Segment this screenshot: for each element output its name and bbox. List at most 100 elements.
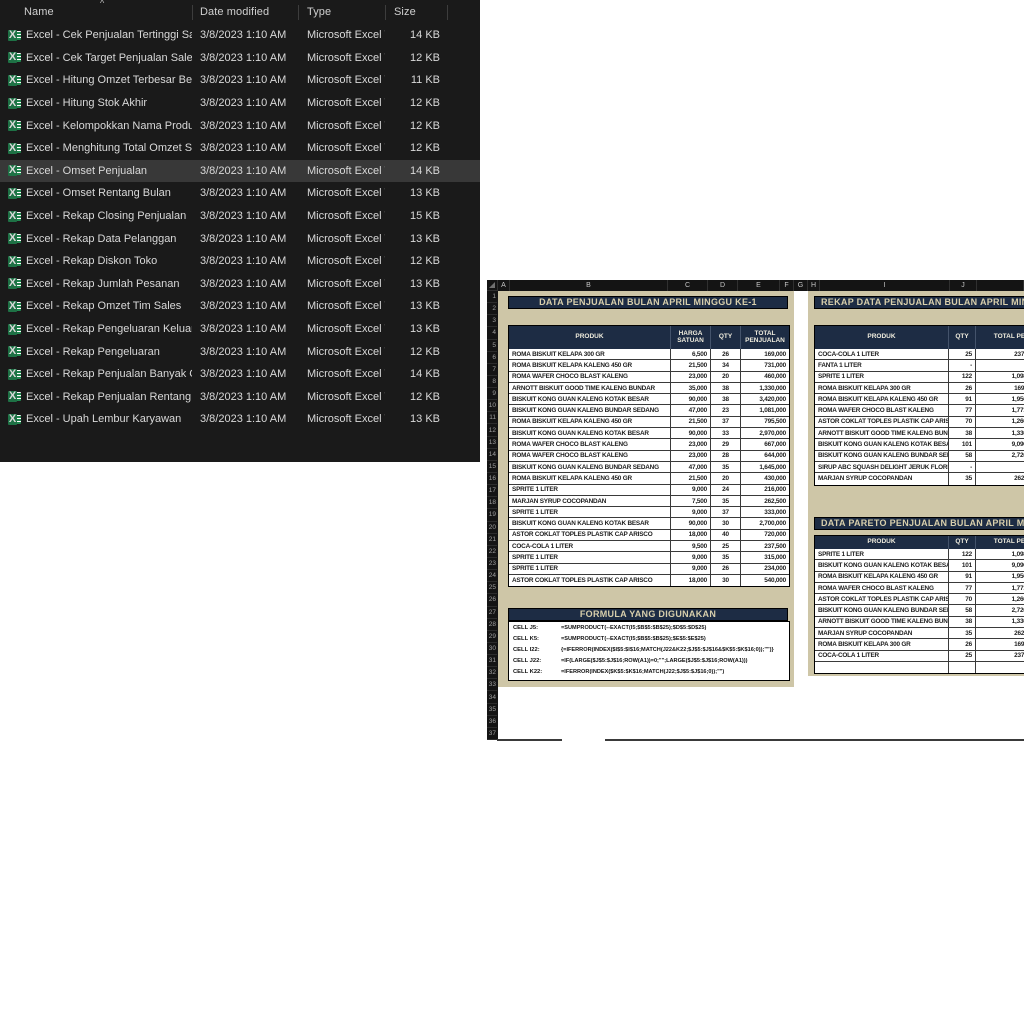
- column-header-I[interactable]: I: [820, 280, 950, 291]
- table-cell[interactable]: 540,000: [741, 575, 789, 586]
- table-cell[interactable]: 101: [949, 439, 976, 451]
- file-row[interactable]: X Excel - Hitung Stok Akhir 3/8/2023 1:10 …: [0, 92, 480, 115]
- table-cell[interactable]: 33: [711, 428, 741, 440]
- file-row[interactable]: X Excel - Rekap Omzet Tim Sales 3/8/2023 1…: [0, 295, 480, 318]
- table-cell[interactable]: [976, 360, 1024, 372]
- table-cell[interactable]: 101: [949, 560, 976, 572]
- table-cell[interactable]: 237,500: [976, 651, 1024, 662]
- t1-header-3[interactable]: TOTAL PENJUALAN: [741, 326, 789, 349]
- table-cell[interactable]: ASTOR COKLAT TOPLES PLASTIK CAP ARISCO: [815, 416, 949, 429]
- table-cell[interactable]: ROMA BISKUIT KELAPA KALENG 450 GR: [815, 394, 949, 406]
- file-row[interactable]: X Excel - Rekap Jumlah Pesanan 3/8/2023 1:…: [0, 273, 480, 296]
- table-cell[interactable]: 38: [711, 394, 741, 406]
- file-row[interactable]: X Excel - Rekap Penjualan Rentang Bulan 3/…: [0, 386, 480, 409]
- formula-row[interactable]: CELL J5: =SUMPRODUCT(--EXACT(I5;$B$5:$B$2…: [509, 622, 789, 633]
- row-header-5[interactable]: 5: [487, 340, 497, 352]
- t3-header-0[interactable]: PRODUK: [815, 536, 949, 549]
- table-cell[interactable]: 25: [949, 650, 976, 662]
- row-header-24[interactable]: 24: [487, 570, 497, 583]
- t2-header-2[interactable]: TOTAL PENJUALAN: [976, 326, 1024, 349]
- table-cell[interactable]: ASTOR COKLAT TOPLES PLASTIK CAP ARISCO: [509, 529, 671, 542]
- table-cell[interactable]: 460,000: [741, 372, 789, 383]
- file-row[interactable]: X Excel - Rekap Pengeluaran Keluarga 3/8/2…: [0, 318, 480, 341]
- table-cell[interactable]: COCA-COLA 1 LITER: [815, 650, 949, 662]
- table-cell[interactable]: 24: [711, 484, 741, 496]
- title-rekap[interactable]: REKAP DATA PENJUALAN BULAN APRIL MINGGU …: [814, 296, 1024, 309]
- table-cell[interactable]: 35: [711, 552, 741, 564]
- t3-header-1[interactable]: QTY: [949, 536, 976, 549]
- column-header-C[interactable]: C: [668, 280, 708, 291]
- row-header-6[interactable]: 6: [487, 352, 497, 364]
- table-cell[interactable]: 34: [711, 360, 741, 372]
- table-cell[interactable]: 21,500: [671, 473, 711, 485]
- table-cell[interactable]: BISKUIT KONG GUAN KALENG KOTAK BESAR: [509, 394, 671, 406]
- column-header-name[interactable]: Name: [24, 6, 54, 18]
- formula-row[interactable]: CELL K22: =IFERROR(INDEX($K$5:$K$16;MATCH…: [509, 667, 789, 678]
- table-cell[interactable]: 26: [949, 639, 976, 651]
- column-header-B[interactable]: B: [510, 280, 668, 291]
- table-cell[interactable]: 122: [949, 371, 976, 383]
- row-header-7[interactable]: 7: [487, 364, 497, 376]
- table-cell[interactable]: SPRITE 1 LITER: [509, 507, 671, 519]
- table-cell[interactable]: 9,000: [671, 552, 711, 564]
- table-cell[interactable]: 9,000: [671, 484, 711, 496]
- table-cell[interactable]: 216,000: [741, 485, 789, 496]
- table-cell[interactable]: FANTA 1 LITER: [815, 360, 949, 372]
- table-cell[interactable]: 91: [949, 571, 976, 583]
- row-header-16[interactable]: 16: [487, 473, 497, 486]
- table-cell[interactable]: 1,260,000: [976, 417, 1024, 429]
- row-header-12[interactable]: 12: [487, 424, 497, 437]
- table-cell[interactable]: 40: [711, 529, 741, 542]
- row-header-2[interactable]: 2: [487, 303, 497, 316]
- table-cell[interactable]: 122: [949, 549, 976, 561]
- table-cell[interactable]: 1,330,000: [976, 428, 1024, 440]
- table-cell[interactable]: 644,000: [741, 451, 789, 462]
- table-cell[interactable]: 90,000: [671, 428, 711, 440]
- t3-header-2[interactable]: TOTAL PENJUALAN: [976, 536, 1024, 549]
- row-header-32[interactable]: 32: [487, 667, 497, 680]
- row-header-11[interactable]: 11: [487, 412, 497, 425]
- table-cell[interactable]: -: [949, 360, 976, 372]
- table-cell[interactable]: ASTOR COKLAT TOPLES PLASTIK CAP ARISCO: [815, 594, 949, 606]
- table-cell[interactable]: MARJAN SYRUP COCOPANDAN: [815, 473, 949, 485]
- table-cell[interactable]: ARNOTT BISKUIT GOOD TIME KALENG BUNDAR: [815, 616, 949, 629]
- table-cell[interactable]: 262,500: [976, 628, 1024, 640]
- row-header-22[interactable]: 22: [487, 546, 497, 558]
- t2-header-1[interactable]: QTY: [949, 326, 976, 349]
- table-cell[interactable]: 77: [949, 582, 976, 595]
- table-cell[interactable]: SPRITE 1 LITER: [815, 549, 949, 561]
- table-cell[interactable]: 23,000: [671, 371, 711, 383]
- table-cell[interactable]: 9,000: [671, 507, 711, 519]
- file-row[interactable]: X Excel - Hitung Omzet Terbesar Berdasark…: [0, 69, 480, 92]
- table-cell[interactable]: ROMA BISKUIT KELAPA 300 GR: [815, 639, 949, 651]
- table-cell[interactable]: 1,260,000: [976, 594, 1024, 606]
- table-cell[interactable]: 21,500: [671, 360, 711, 372]
- table-cell[interactable]: 26: [711, 563, 741, 575]
- table-cell[interactable]: 1,098,000: [976, 372, 1024, 383]
- table-cell[interactable]: 26: [711, 349, 741, 361]
- table-cell[interactable]: [949, 661, 976, 674]
- table-cell[interactable]: SPRITE 1 LITER: [509, 563, 671, 575]
- table-cell[interactable]: SPRITE 1 LITER: [509, 552, 671, 564]
- formula-row[interactable]: CELL J22: =IF(LARGE($J$5:$J$16;ROW(A1))=0…: [509, 656, 789, 667]
- title-pareto[interactable]: DATA PARETO PENJUALAN BULAN APRIL MINGGU…: [814, 517, 1024, 530]
- table-cell[interactable]: 37: [711, 416, 741, 429]
- table-cell[interactable]: 169,000: [741, 349, 789, 361]
- table-cell[interactable]: 667,000: [741, 439, 789, 451]
- table-cell[interactable]: ROMA BISKUIT KELAPA 300 GR: [815, 382, 949, 395]
- table-cell[interactable]: 70: [949, 416, 976, 429]
- column-header-D[interactable]: D: [708, 280, 738, 291]
- table-cell[interactable]: 1,645,000: [741, 462, 789, 474]
- table-cell[interactable]: 237,500: [976, 349, 1024, 361]
- table-cell[interactable]: COCA-COLA 1 LITER: [815, 349, 949, 361]
- table-cell[interactable]: ROMA BISKUIT KELAPA KALENG 450 GR: [509, 416, 671, 429]
- column-header-F[interactable]: F: [780, 280, 794, 291]
- table-cell[interactable]: 1,771,000: [976, 405, 1024, 417]
- table-cell[interactable]: 7,500: [671, 495, 711, 508]
- table-cell[interactable]: 2,700,000: [741, 518, 789, 530]
- table-cell[interactable]: 35: [949, 473, 976, 485]
- table-cell[interactable]: 2,726,000: [976, 451, 1024, 462]
- table-cell[interactable]: 3,420,000: [741, 394, 789, 406]
- table-cell[interactable]: 18,000: [671, 574, 711, 587]
- column-header-J[interactable]: J: [950, 280, 977, 291]
